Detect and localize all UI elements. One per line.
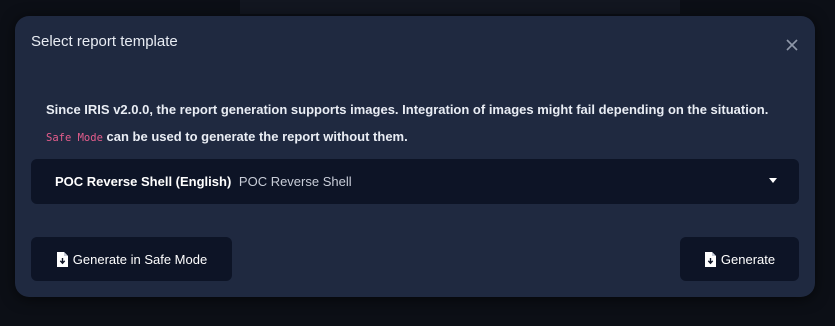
generate-safe-mode-label: Generate in Safe Mode: [72, 251, 208, 267]
info-line-1: Since IRIS v2.0.0, the report generation…: [46, 102, 769, 117]
close-icon[interactable]: [785, 38, 799, 52]
background-page-strip: [240, 0, 680, 14]
template-select[interactable]: POC Reverse Shell (English) POC Reverse …: [31, 159, 799, 204]
template-subtitle: POC Reverse Shell: [238, 174, 352, 189]
generate-label: Generate: [720, 251, 776, 267]
generate-button[interactable]: Generate: [680, 237, 799, 281]
template-name: POC Reverse Shell (English): [55, 174, 232, 189]
safe-mode-code: Safe Mode: [46, 132, 103, 144]
info-line-2-rest: can be used to generate the report witho…: [102, 129, 408, 144]
generate-safe-mode-button[interactable]: Generate in Safe Mode: [31, 237, 232, 281]
modal-title: Select report template: [31, 33, 178, 50]
report-template-modal: Select report template Since IRIS v2.0.0…: [15, 16, 815, 297]
info-line-2: Safe Mode can be used to generate the re…: [46, 123, 796, 152]
images-info-text: Since IRIS v2.0.0, the report generation…: [46, 96, 796, 152]
caret-down-icon: [769, 178, 777, 183]
file-download-icon: [704, 251, 716, 267]
template-select-value: POC Reverse Shell (English) POC Reverse …: [55, 174, 352, 189]
file-download-icon: [56, 251, 68, 267]
